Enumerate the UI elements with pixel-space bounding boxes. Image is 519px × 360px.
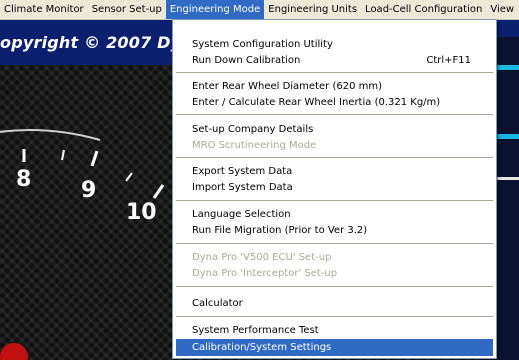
menu-item-calculator[interactable]: Calculator [176, 295, 493, 312]
dial-number-8: 8 [16, 167, 32, 192]
menu-item-v500-ecu-setup: Dyna Pro 'V500 ECU' Set-up [192, 252, 332, 263]
menu-view[interactable]: View [486, 0, 518, 19]
menu-item-interceptor-setup: Dyna Pro 'Interceptor' Set-up [192, 268, 338, 279]
dial-arc [0, 129, 101, 141]
menu-climate-monitor[interactable]: Climate Monitor [0, 0, 88, 19]
menu-item-run-file-migration[interactable]: Run File Migration (Prior to Ver 3.2) [176, 222, 493, 239]
white-indicator [496, 177, 519, 180]
menu-item-system-configuration-utility[interactable]: System Configuration Utility [176, 36, 493, 53]
gauge-dial [0, 129, 165, 360]
menu-item-export-system-data[interactable]: Export System Data [176, 163, 493, 180]
menu-sensor-setup[interactable]: Sensor Set-up [88, 0, 166, 19]
menu-engineering-units[interactable]: Engineering Units [264, 0, 361, 19]
menu-engineering-mode[interactable]: Engineering Mode [165, 0, 265, 19]
engineering-mode-dropdown: System Configuration Utility Run Down Ca… [172, 19, 497, 359]
menu-separator [176, 114, 493, 115]
dial-tick [90, 150, 99, 167]
menu-separator [176, 157, 493, 158]
menu-item-rear-wheel-diameter[interactable]: Enter Rear Wheel Diameter (620 mm) [176, 78, 493, 95]
menu-separator [176, 243, 493, 244]
dial-number-9: 9 [81, 178, 97, 203]
menu-item-language-selection[interactable]: Language Selection [176, 206, 493, 223]
menu-separator [176, 72, 493, 73]
menu-separator [176, 286, 493, 287]
menu-separator [176, 316, 493, 317]
menu-item-calibration-system-settings[interactable]: Calibration/System Settings [176, 339, 493, 356]
shortcut-label: Ctrl+F11 [426, 55, 471, 66]
red-indicator-glow [0, 343, 28, 360]
menu-separator [176, 200, 493, 201]
dial-tick [61, 149, 65, 161]
menu-item-company-details[interactable]: Set-up Company Details [176, 121, 493, 138]
menu-item-system-performance-test[interactable]: System Performance Test [176, 322, 493, 339]
dial-number-10: 10 [126, 200, 157, 225]
menu-item-run-down-calibration[interactable]: Run Down Calibration Ctrl+F11 [176, 52, 493, 69]
menu-item-mro-scrutineering: MRO Scrutineering Mode [192, 140, 317, 151]
menu-item-import-system-data[interactable]: Import System Data [176, 179, 493, 196]
menu-load-cell-configuration[interactable]: Load-Cell Configuration [361, 0, 486, 19]
dial-tick [125, 172, 133, 182]
dial-tick [152, 184, 165, 199]
menu-bar: Climate Monitor Sensor Set-up Engineerin… [0, 0, 519, 20]
menu-item-rear-wheel-inertia[interactable]: Enter / Calculate Rear Wheel Inertia (0.… [176, 94, 493, 111]
